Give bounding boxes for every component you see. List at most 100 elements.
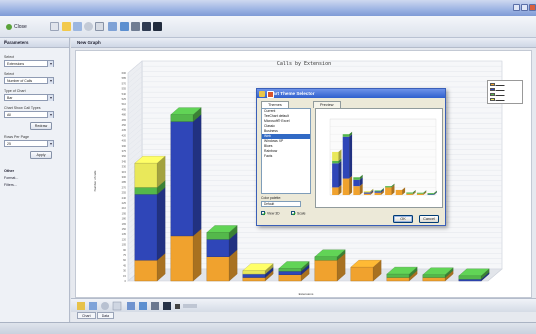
save-icon (89, 302, 97, 310)
bar-segment (458, 279, 482, 282)
bar-segment (278, 274, 302, 282)
redraw-button[interactable]: Redraw (30, 122, 52, 130)
save-icon[interactable] (73, 22, 82, 31)
y-tick-label: 120 (122, 237, 127, 241)
cancel-button[interactable]: Cancel (419, 215, 439, 223)
bar-segment (242, 273, 266, 278)
call-types-select[interactable]: All (4, 111, 54, 118)
bar-segment (206, 239, 230, 257)
disk-icon[interactable] (153, 22, 162, 31)
y-tick-label: 390 (122, 144, 127, 148)
chart-theme-dialog: Chart Theme Selector Themes Preview Curr… (256, 88, 446, 226)
preview-bar (374, 190, 381, 192)
status-bar (0, 322, 536, 334)
y-tick-label: 435 (122, 128, 127, 132)
theme-list[interactable]: Current TeeChart default Microsoft® Excel C… (261, 108, 311, 194)
chart-type-select[interactable]: Bar (4, 94, 54, 101)
palette-select[interactable]: Default (261, 201, 301, 207)
apply-button[interactable]: Apply (30, 151, 52, 159)
bar-segment (242, 270, 266, 275)
tab-preview[interactable]: Preview (313, 101, 341, 108)
y-tick-label: 300 (122, 175, 127, 179)
zoom-level-icon (183, 304, 197, 308)
scale-checkbox[interactable]: Scale (291, 211, 305, 216)
bar-segment (206, 256, 230, 282)
settings-icon[interactable] (108, 22, 117, 31)
bar-segment (206, 232, 230, 240)
chevron-down-icon (47, 78, 53, 84)
bar-segment (134, 259, 158, 282)
close-window-icon[interactable] (529, 4, 536, 11)
x-axis-label: Extensions (299, 292, 314, 296)
export-icon (163, 302, 171, 310)
field-label: Select (4, 72, 14, 76)
close-icon[interactable] (267, 90, 274, 98)
copy-icon (112, 301, 122, 311)
format-link[interactable]: Format... (4, 176, 65, 180)
y-tick-label: 510 (122, 102, 127, 106)
rows-per-page-input[interactable]: 25 (4, 140, 54, 147)
preview-bar (332, 160, 339, 164)
chart-icon[interactable] (120, 22, 129, 31)
chevron-down-icon (47, 95, 53, 101)
y-axis-label: Number of calls (93, 170, 97, 191)
maximize-icon[interactable] (521, 4, 528, 11)
select-dropdown[interactable]: Number of Calls (4, 77, 54, 84)
close-button[interactable]: Close (6, 22, 27, 32)
export-icon[interactable] (142, 22, 151, 31)
y-tick-label: 255 (122, 191, 127, 195)
close-panel-icon[interactable]: × (4, 39, 66, 45)
filters-link[interactable]: Filters... (4, 183, 65, 187)
field-label: Type of Chart (4, 89, 26, 93)
bar-segment (278, 271, 302, 275)
y-tick-label: 90 (123, 248, 126, 252)
y-tick-label: 360 (122, 154, 127, 158)
preview-bar (427, 193, 434, 195)
print-icon[interactable] (131, 22, 140, 31)
theme-preview (315, 108, 443, 208)
y-tick-label: 585 (122, 76, 127, 80)
bottom-tabs: Chart Data (71, 312, 271, 320)
y-tick-label: 270 (122, 185, 127, 189)
preview-bar (363, 191, 371, 193)
y-tick-label: 450 (122, 123, 127, 127)
y-tick-label: 225 (122, 201, 127, 205)
bar-segment (134, 187, 158, 195)
minimize-icon[interactable] (513, 4, 520, 11)
y-tick-label: 600 (122, 71, 127, 75)
y-tick-label: 75 (123, 253, 126, 257)
y-tick-label: 420 (122, 133, 127, 137)
y-tick-label: 330 (122, 165, 127, 169)
copy-icon[interactable] (95, 22, 104, 31)
preview-bar (395, 189, 403, 195)
settings-icon (127, 302, 135, 310)
bar-segment (458, 275, 482, 280)
tab-chart[interactable]: Chart (77, 312, 96, 319)
preview-bar (385, 186, 392, 188)
y-tick-label: 315 (122, 170, 127, 174)
zoom-icon[interactable] (84, 22, 93, 31)
preview-bar (363, 193, 371, 195)
parameters-panel: Parameters × Select Extensions Select Nu… (0, 38, 70, 326)
blank-icon[interactable] (50, 22, 59, 31)
theme-item[interactable]: Facts (262, 154, 310, 159)
other-section-title: Other (4, 169, 15, 173)
print-icon (151, 302, 159, 310)
chart-icon (139, 302, 147, 310)
y-tick-label: 240 (122, 196, 127, 200)
tab-data[interactable]: Data (96, 312, 115, 319)
y-tick-label: 135 (122, 232, 127, 236)
open-folder-icon[interactable] (62, 22, 71, 31)
y-tick-label: 60 (123, 258, 126, 262)
y-tick-label: 105 (122, 243, 127, 247)
preview-bar (385, 187, 392, 195)
preview-bar (416, 192, 424, 194)
dialog-title-bar: Chart Theme Selector (257, 89, 445, 98)
bar-segment (278, 268, 302, 272)
ok-button[interactable]: OK (393, 215, 413, 223)
tab-themes[interactable]: Themes (261, 101, 289, 108)
preview-bar (353, 186, 360, 195)
view3d-checkbox[interactable]: View 3D (261, 211, 280, 216)
bar-segment (170, 121, 194, 237)
select-dropdown[interactable]: Extensions (4, 60, 54, 67)
